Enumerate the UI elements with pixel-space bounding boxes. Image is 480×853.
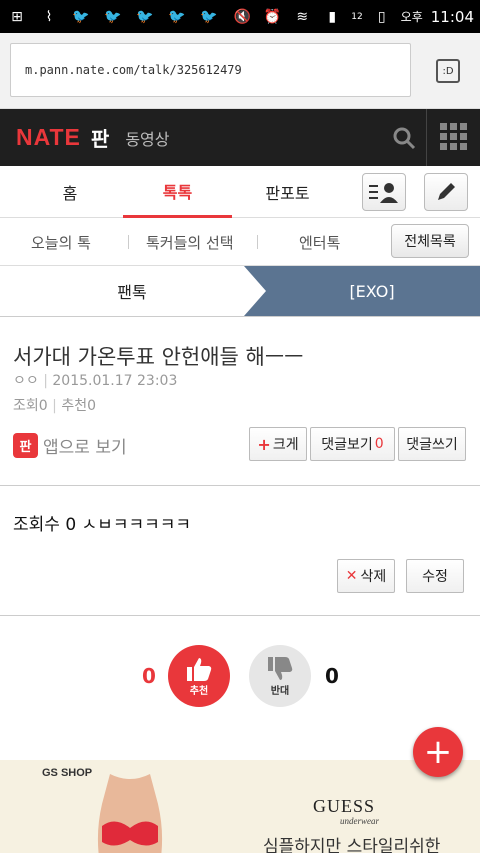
site-header: NATE 판 동영상 — [0, 109, 480, 166]
meta-separator: | — [43, 373, 53, 389]
alarm-icon: ⏰ — [263, 8, 281, 25]
tab-home[interactable]: 홈 — [20, 166, 120, 218]
close-icon: ✕ — [345, 568, 358, 584]
status-ampm: 오후 — [400, 10, 423, 24]
twitter-icon: 🐦 — [200, 8, 218, 25]
broom-icon: ⌇ — [45, 8, 53, 25]
twitter-icon: 🐦 — [168, 8, 186, 25]
post-author: ㅇㅇ — [13, 373, 39, 389]
post-header: 서가대 가온투표 안헌애들 해ㅡㅡ ㅇㅇ | 2015.01.17 23:03 … — [0, 316, 480, 486]
subtab-separator — [257, 235, 258, 249]
floating-add-button[interactable]: + — [413, 727, 463, 777]
delete-label: 삭제 — [360, 569, 387, 585]
tab-toktok[interactable]: 톡톡 — [123, 166, 232, 218]
views-label: 조회 — [13, 398, 39, 414]
post-meta: ㅇㅇ | 2015.01.17 23:03 — [13, 370, 177, 390]
view-comments-label: 댓글보기 — [321, 437, 373, 453]
post-content: 조회수 0 ㅅㅂㅋㅋㅋㅋㅋ — [13, 515, 192, 535]
subtab-selection[interactable]: 톡커들의 선택 — [146, 218, 234, 266]
mannequin-image — [97, 774, 163, 853]
recommend-button[interactable]: 추천 — [168, 645, 230, 707]
view-comments-button[interactable]: 댓글보기 0 — [310, 427, 395, 461]
grid-menu-icon[interactable] — [440, 123, 467, 150]
battery-icon: ▯ — [377, 8, 386, 25]
all-list-button[interactable]: 전체목록 — [391, 224, 469, 258]
main-tabs: 홈 톡톡 판포토 — [0, 166, 480, 218]
enlarge-label: 크게 — [272, 437, 299, 453]
ad-tagline: 심플하지만 스타일리쉬한 — [263, 837, 441, 853]
search-icon[interactable] — [382, 109, 426, 166]
add-icon: ⊞ — [11, 8, 23, 25]
my-profile-icon[interactable] — [362, 173, 406, 211]
views-count: 0 — [38, 398, 48, 414]
underwear-logo-text: underwear — [340, 816, 379, 826]
battery-level: 12 — [351, 11, 363, 22]
twitter-icon: 🐦 — [72, 8, 90, 25]
recommend-label: 추천 — [189, 685, 209, 697]
breadcrumb-fantalk[interactable]: 팬톡 — [0, 266, 264, 316]
thumbs-up-icon — [187, 657, 212, 681]
wifi-icon: ≋ — [296, 8, 309, 25]
subtab-entertalk[interactable]: 엔터톡 — [299, 218, 340, 266]
comments-count: 0 — [374, 436, 384, 452]
oppose-label: 반대 — [270, 685, 290, 697]
header-divider — [426, 109, 427, 166]
pan-logo[interactable]: 판 — [91, 123, 109, 152]
delete-button[interactable]: ✕ 삭제 — [337, 559, 395, 593]
mute-icon: 🔇 — [233, 8, 251, 25]
thumbs-down-icon — [268, 656, 293, 680]
pann-app-icon: 판 — [13, 433, 38, 458]
post-stats: 조회0 | 추천0 — [13, 395, 96, 415]
status-bar: ⊞ ⌇ 🐦 🐦 🐦 🐦 🐦 🔇 ⏰ ≋ ▮ 12 ▯ 오후 11:04 — [0, 0, 480, 33]
breadcrumb-exo[interactable]: [EXO] — [244, 266, 480, 316]
recommend-count: 0 — [87, 398, 96, 414]
write-comment-button[interactable]: 댓글쓰기 — [398, 427, 466, 461]
nate-logo[interactable]: NATE — [16, 124, 81, 151]
oppose-vote-count: 0 — [325, 664, 339, 688]
url-input[interactable]: m.pann.nate.com/talk/325612479 — [10, 43, 411, 97]
tab-panphoto[interactable]: 판포토 — [235, 166, 340, 218]
breadcrumb: 팬톡 [EXO] — [0, 266, 480, 316]
app-view-link[interactable]: 판 앱으로 보기 — [13, 433, 127, 458]
post-title: 서가대 가온투표 안헌애들 해ㅡㅡ — [13, 345, 304, 369]
plus-icon: + — [257, 434, 271, 454]
advertisement-banner[interactable]: GS SHOP GUESS underwear 심플하지만 스타일리쉬한 — [0, 760, 480, 853]
write-pencil-icon[interactable] — [424, 173, 468, 211]
enlarge-button[interactable]: + 크게 — [249, 427, 307, 461]
subtab-separator — [128, 235, 129, 249]
recommend-vote-count: 0 — [142, 664, 156, 688]
oppose-button[interactable]: 반대 — [249, 645, 311, 707]
status-time: 11:04 — [430, 7, 474, 26]
subtab-today[interactable]: 오늘의 톡 — [31, 218, 91, 266]
breadcrumb-arrow — [244, 266, 266, 316]
guess-logo: GUESS — [313, 796, 376, 816]
edit-button[interactable]: 수정 — [406, 559, 464, 593]
vote-section: 0 추천 반대 0 — [0, 616, 480, 756]
post-body: 조회수 0 ㅅㅂㅋㅋㅋㅋㅋ ✕ 삭제 수정 — [0, 486, 480, 616]
sub-tabs: 오늘의 톡 톡커들의 선택 엔터톡 전체목록 — [0, 218, 480, 266]
signal-icon: ▮ — [328, 8, 337, 25]
browser-menu-button[interactable]: :D — [436, 59, 460, 83]
browser-url-bar: m.pann.nate.com/talk/325612479 :D — [0, 33, 480, 109]
post-date: 2015.01.17 23:03 — [52, 373, 178, 389]
twitter-icon: 🐦 — [104, 8, 122, 25]
video-link[interactable]: 동영상 — [125, 126, 169, 150]
twitter-icon: 🐦 — [136, 8, 154, 25]
recommend-label: 추천 — [61, 398, 88, 414]
app-view-label: 앱으로 보기 — [43, 438, 127, 458]
stats-separator: | — [52, 398, 62, 414]
